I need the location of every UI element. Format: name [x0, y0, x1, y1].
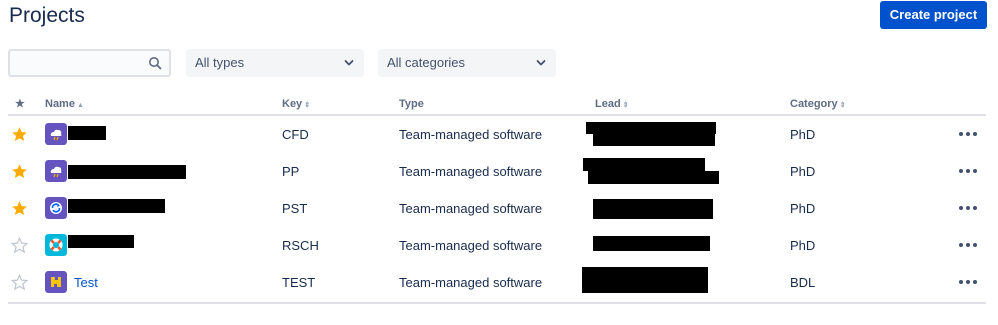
redaction — [583, 158, 705, 171]
more-options-icon[interactable] — [958, 239, 978, 251]
star-icon[interactable] — [11, 200, 28, 217]
star-icon[interactable] — [11, 126, 28, 143]
project-key: RSCH — [282, 238, 319, 253]
name-column-header[interactable]: Name ▲ — [45, 97, 84, 113]
search-icon — [149, 57, 162, 70]
redaction — [68, 199, 165, 213]
redaction — [593, 236, 710, 251]
key-column-header[interactable]: Key ⇕ — [282, 97, 310, 113]
table-row[interactable]: PP Team-managed software PhD — [8, 153, 986, 190]
table-row[interactable]: CFD Team-managed software PhD — [8, 116, 986, 153]
project-category: PhD — [790, 164, 816, 179]
lead-header-label: Lead — [595, 98, 621, 110]
puzzle-icon — [45, 271, 67, 293]
search-input[interactable] — [14, 53, 144, 73]
star-outline-icon[interactable] — [11, 237, 28, 254]
redaction — [68, 235, 134, 248]
more-options-icon[interactable] — [958, 165, 978, 177]
table-row[interactable]: RSCH Team-managed software PhD — [8, 227, 986, 264]
redaction — [68, 165, 186, 179]
project-key: TEST — [282, 275, 316, 290]
star-column-header: ★ — [15, 98, 25, 110]
redaction — [582, 267, 708, 293]
project-type: Team-managed software — [399, 201, 543, 216]
redaction — [588, 171, 719, 184]
more-options-icon[interactable] — [958, 202, 978, 214]
star-icon[interactable] — [11, 163, 28, 180]
project-key: PST — [282, 201, 308, 216]
redaction — [593, 133, 715, 146]
types-select-label: All types — [195, 55, 245, 70]
sort-icon: ⇕ — [304, 102, 311, 109]
more-options-icon[interactable] — [958, 276, 978, 288]
refresh-icon — [45, 197, 67, 219]
sort-icon: ⇕ — [839, 102, 846, 109]
create-project-button[interactable]: Create project — [880, 1, 987, 29]
categories-select[interactable]: All categories — [378, 49, 556, 77]
lifebuoy-icon — [45, 234, 67, 256]
categories-select-label: All categories — [387, 55, 466, 70]
page-title: Projects — [9, 4, 85, 27]
table-row[interactable]: PST Team-managed software PhD — [8, 190, 986, 227]
key-header-label: Key — [282, 98, 303, 110]
redaction — [68, 126, 106, 140]
cloud-icon — [45, 123, 67, 145]
type-column-header: Type — [399, 98, 424, 110]
project-name-link[interactable]: Test — [74, 264, 98, 301]
project-key: PP — [282, 164, 300, 179]
chevron-down-icon — [344, 60, 354, 66]
name-header-label: Name — [45, 98, 75, 110]
search-field[interactable] — [8, 49, 171, 77]
types-select[interactable]: All types — [186, 49, 364, 77]
redaction — [593, 199, 713, 219]
project-category: PhD — [790, 201, 816, 216]
more-options-icon[interactable] — [958, 128, 978, 140]
project-category: PhD — [790, 127, 816, 142]
table-header: ★ Name ▲ Key ⇕ Type Lead ⇕ Category ⇕ — [8, 94, 986, 116]
project-type: Team-managed software — [399, 127, 543, 142]
cloud-icon — [45, 160, 67, 182]
project-key: CFD — [282, 127, 309, 142]
project-category: PhD — [790, 238, 816, 253]
project-category: BDL — [790, 275, 816, 290]
project-type: Team-managed software — [399, 275, 543, 290]
sort-icon: ⇕ — [622, 102, 629, 109]
category-column-header[interactable]: Category ⇕ — [790, 97, 846, 113]
star-outline-icon[interactable] — [11, 274, 28, 291]
project-type: Team-managed software — [399, 164, 543, 179]
table-row[interactable]: Test TEST Team-managed software BDL — [8, 264, 986, 301]
project-type: Team-managed software — [399, 238, 543, 253]
category-header-label: Category — [790, 98, 838, 110]
lead-column-header[interactable]: Lead ⇕ — [595, 97, 629, 113]
sort-ascending-icon: ▲ — [76, 102, 84, 109]
table-bottom-divider — [8, 302, 986, 304]
chevron-down-icon — [536, 60, 546, 66]
